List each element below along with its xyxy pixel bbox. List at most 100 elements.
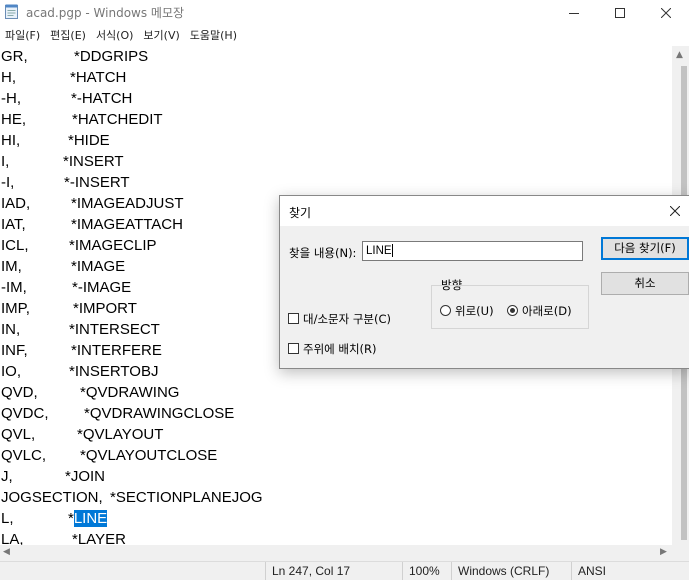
find-what-value: LINE [366, 245, 392, 257]
text-line: -H, *-HATCH [1, 88, 132, 109]
status-bar: Ln 247, Col 17 100% Windows (CRLF) ANSI [0, 561, 689, 580]
menu-file[interactable]: 파일(F) [0, 26, 45, 46]
text-line: IM, *IMAGE [1, 256, 125, 277]
find-dialog-title: 찾기 [289, 206, 312, 220]
line-command: *DDGRIPS [74, 48, 149, 65]
direction-down-radio[interactable] [507, 305, 518, 316]
text-line: I, *INSERT [1, 151, 124, 172]
line-command: *INTERSECT [69, 321, 160, 338]
text-line: HE, *HATCHEDIT [1, 109, 163, 130]
scrollbar-corner [672, 545, 689, 561]
close-icon [661, 7, 671, 18]
text-line: -IM, *-IMAGE [1, 277, 131, 298]
line-command: *IMAGECLIP [69, 237, 157, 254]
maximize-button[interactable] [597, 0, 643, 25]
find-dialog-titlebar[interactable]: 찾기 [280, 196, 689, 226]
text-line: LA, *LAYER [1, 529, 126, 545]
line-alias: HE, [1, 111, 27, 128]
line-command: *IMAGE [71, 258, 126, 275]
text-line: IMP, *IMPORT [1, 298, 137, 319]
line-alias: IMP, [1, 300, 30, 317]
text-line: QVLC, *QVLAYOUTCLOSE [1, 445, 217, 466]
line-command: *INTERFERE [71, 342, 162, 359]
cancel-button[interactable]: 취소 [601, 272, 689, 295]
text-line: J, *JOIN [1, 466, 105, 487]
menu-edit[interactable]: 편집(E) [45, 26, 91, 46]
scroll-right-icon[interactable]: ▶ [660, 547, 667, 557]
line-alias: QVLC, [1, 447, 47, 464]
scroll-up-icon[interactable]: ▲ [676, 50, 683, 60]
line-command: *SECTIONPLANEJOG [110, 489, 263, 506]
line-command: *IMPORT [73, 300, 137, 317]
direction-down-label[interactable]: 아래로(D) [522, 303, 572, 319]
line-alias: IAT, [1, 216, 26, 233]
line-alias: -IM, [1, 279, 27, 296]
close-button[interactable] [643, 0, 689, 25]
text-line: GR, *DDGRIPS [1, 46, 148, 67]
direction-up-label[interactable]: 위로(U) [455, 303, 494, 319]
line-alias: ICL, [1, 237, 29, 254]
line-command: *-IMAGE [72, 279, 132, 296]
line-command: *INSERT [63, 153, 124, 170]
line-alias: L, [1, 510, 14, 527]
line-alias: IAD, [1, 195, 31, 212]
line-command: *JOIN [65, 468, 106, 485]
line-command: *IMAGEADJUST [71, 195, 184, 212]
scroll-left-icon[interactable]: ◀ [3, 547, 10, 557]
text-line: INF, *INTERFERE [1, 340, 162, 361]
line-command: *INSERTOBJ [69, 363, 159, 380]
menu-help[interactable]: 도움말(H) [185, 26, 242, 46]
line-alias: H, [1, 69, 16, 86]
text-line: IAT, *IMAGEATTACH [1, 214, 183, 235]
text-line: ICL, *IMAGECLIP [1, 235, 157, 256]
horizontal-scrollbar[interactable] [0, 545, 672, 561]
match-case-label[interactable]: 대/소문자 구분(C) [303, 311, 391, 327]
line-command: *QVLAYOUT [77, 426, 164, 443]
text-line: QVD, *QVDRAWING [1, 382, 179, 403]
text-line: QVDC, *QVDRAWINGCLOSE [1, 403, 234, 424]
line-alias: GR, [1, 48, 28, 65]
status-line-ending: Windows (CRLF) [451, 562, 549, 580]
menu-format[interactable]: 서식(O) [91, 26, 138, 46]
wrap-around-checkbox[interactable] [288, 343, 299, 354]
match-case-checkbox[interactable] [288, 313, 299, 324]
find-what-input[interactable]: LINE [362, 241, 583, 261]
text-line: -I, *-INSERT [1, 172, 130, 193]
text-line: IN, *INTERSECT [1, 319, 160, 340]
menu-view[interactable]: 보기(V) [138, 26, 184, 46]
maximize-icon [615, 7, 625, 18]
line-alias: IM, [1, 258, 22, 275]
text-cursor [391, 244, 393, 258]
line-alias: QVL, [1, 426, 36, 443]
wrap-around-label[interactable]: 주위에 배치(R) [303, 341, 377, 357]
line-alias: QVD, [1, 384, 38, 401]
text-line: HI, *HIDE [1, 130, 110, 151]
text-line: IAD, *IMAGEADJUST [1, 193, 184, 214]
line-command: *HATCH [70, 69, 127, 86]
line-alias: HI, [1, 132, 21, 149]
radio-selected-dot [510, 308, 515, 313]
line-command: *LINE [68, 508, 108, 529]
text-line: JOGSECTION, *SECTIONPLANEJOG [1, 487, 263, 508]
find-next-button[interactable]: 다음 찾기(F) [601, 237, 689, 260]
direction-up-radio[interactable] [440, 305, 451, 316]
minimize-icon [569, 12, 579, 14]
line-alias: -I, [1, 174, 15, 191]
title-bar: acad.pgp - Windows 메모장 [0, 0, 689, 25]
menu-bar: 파일(F) 편집(E) 서식(O) 보기(V) 도움말(H) [0, 26, 689, 46]
line-alias: I, [1, 153, 10, 170]
line-command: *-HATCH [71, 90, 133, 107]
find-dialog-close-button[interactable] [660, 196, 689, 226]
line-command: *HATCHEDIT [72, 111, 163, 128]
minimize-button[interactable] [551, 0, 597, 25]
line-alias: J, [1, 468, 13, 485]
status-encoding: ANSI [571, 562, 606, 580]
line-command: *HIDE [68, 132, 110, 149]
line-command: *QVDRAWINGCLOSE [84, 405, 235, 422]
text-line: IO, *INSERTOBJ [1, 361, 158, 382]
line-alias: JOGSECTION, [1, 489, 103, 506]
line-command: *LAYER [72, 531, 126, 545]
line-command: *IMAGEATTACH [71, 216, 183, 233]
line-alias: IO, [1, 363, 22, 380]
status-zoom: 100% [402, 562, 440, 580]
